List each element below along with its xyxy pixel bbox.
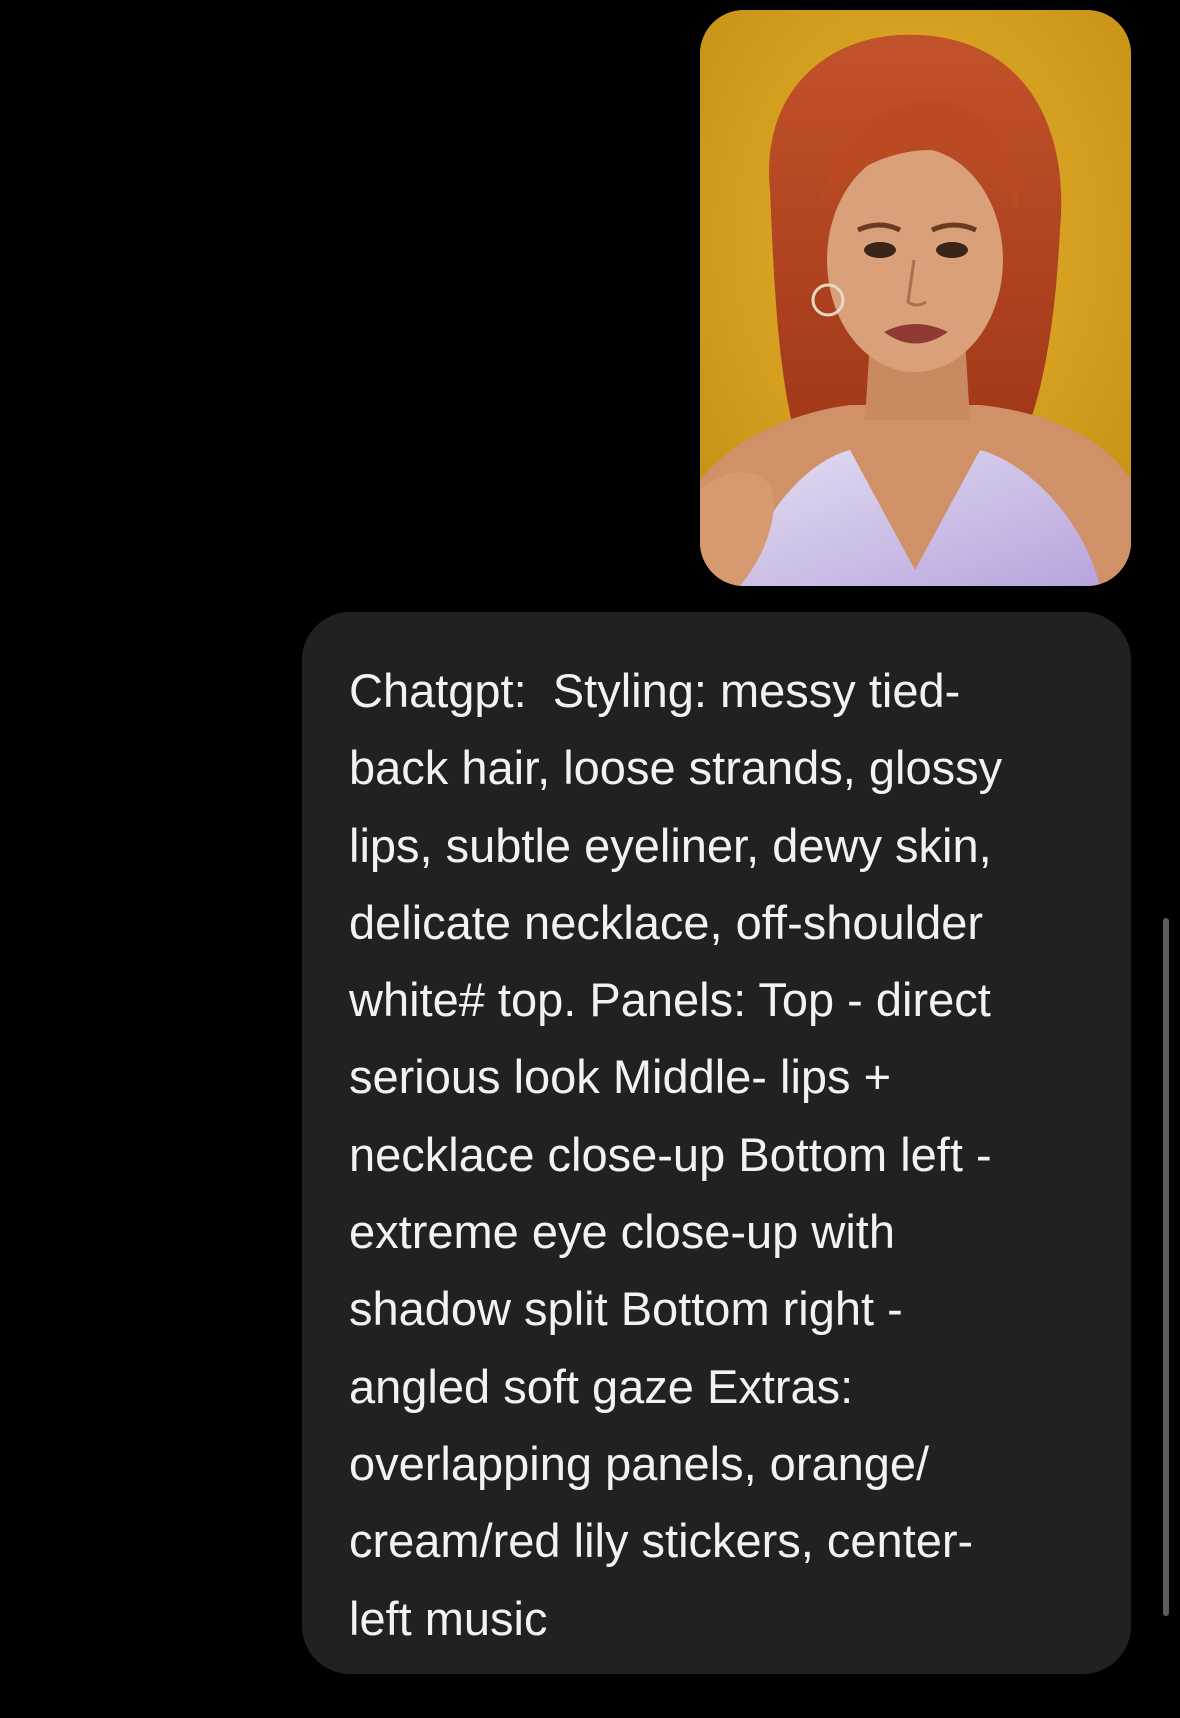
- message-line: back hair, loose strands, glossy: [349, 741, 1003, 795]
- message-line: shadow split Bottom right -: [349, 1282, 903, 1336]
- portrait-photo: [700, 10, 1131, 586]
- message-line: serious look Middle- lips +: [349, 1050, 892, 1104]
- message-line: white# top. Panels: Top - direct: [349, 973, 991, 1027]
- message-line: necklace close-up Bottom left -: [349, 1127, 992, 1181]
- message-line: left music: [349, 1591, 548, 1645]
- message-line: delicate necklace, off-shoulder: [349, 895, 984, 949]
- message-line: extreme eye close-up with: [349, 1205, 895, 1259]
- message-line: overlapping panels, orange/: [349, 1436, 930, 1490]
- message-line: angled soft gaze Extras:: [349, 1359, 854, 1413]
- message-line: lips, subtle eyeliner, dewy skin,: [349, 818, 992, 872]
- message-text: Chatgpt: Styling: messy tied- back hair,…: [349, 652, 1081, 1657]
- vertical-scrollbar[interactable]: [1163, 918, 1169, 1616]
- assistant-message-bubble[interactable]: Chatgpt: Styling: messy tied- back hair,…: [302, 612, 1131, 1674]
- message-line: cream/red lily stickers, center-: [349, 1514, 974, 1568]
- message-line: Chatgpt: Styling: messy tied-: [349, 664, 961, 717]
- photo-message[interactable]: [700, 10, 1131, 586]
- chat-thread: Chatgpt: Styling: messy tied- back hair,…: [0, 0, 1180, 1718]
